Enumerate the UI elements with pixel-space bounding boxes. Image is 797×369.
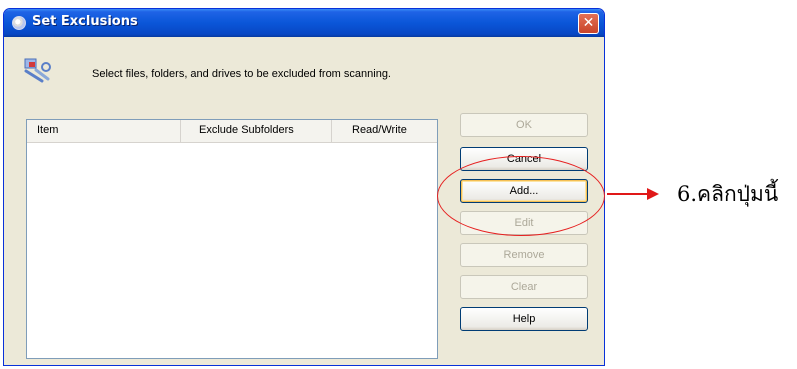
window-title: Set Exclusions (32, 14, 138, 29)
list-header: Item Exclude Subfolders Read/Write (27, 120, 437, 143)
exclusions-list[interactable]: Item Exclude Subfolders Read/Write (26, 119, 438, 359)
highlight-ellipse (437, 156, 605, 236)
remove-button[interactable]: Remove (460, 243, 588, 267)
close-button[interactable]: ✕ (578, 13, 599, 34)
column-header-read-write[interactable]: Read/Write (332, 120, 437, 142)
app-icon (12, 16, 26, 30)
annotation-text: 6.คลิกปุ่มนี้ (677, 182, 779, 206)
annotation-arrow (607, 193, 649, 195)
help-button[interactable]: Help (460, 307, 588, 331)
annotation-arrow-head (647, 188, 659, 200)
column-header-item[interactable]: Item (27, 120, 181, 142)
instruction-text: Select files, folders, and drives to be … (92, 68, 391, 80)
tools-icon (24, 58, 51, 83)
column-header-exclude-subfolders[interactable]: Exclude Subfolders (181, 120, 332, 142)
close-icon: ✕ (582, 15, 595, 31)
ok-button[interactable]: OK (460, 113, 588, 137)
title-bar[interactable]: Set Exclusions ✕ (4, 9, 604, 37)
clear-button[interactable]: Clear (460, 275, 588, 299)
